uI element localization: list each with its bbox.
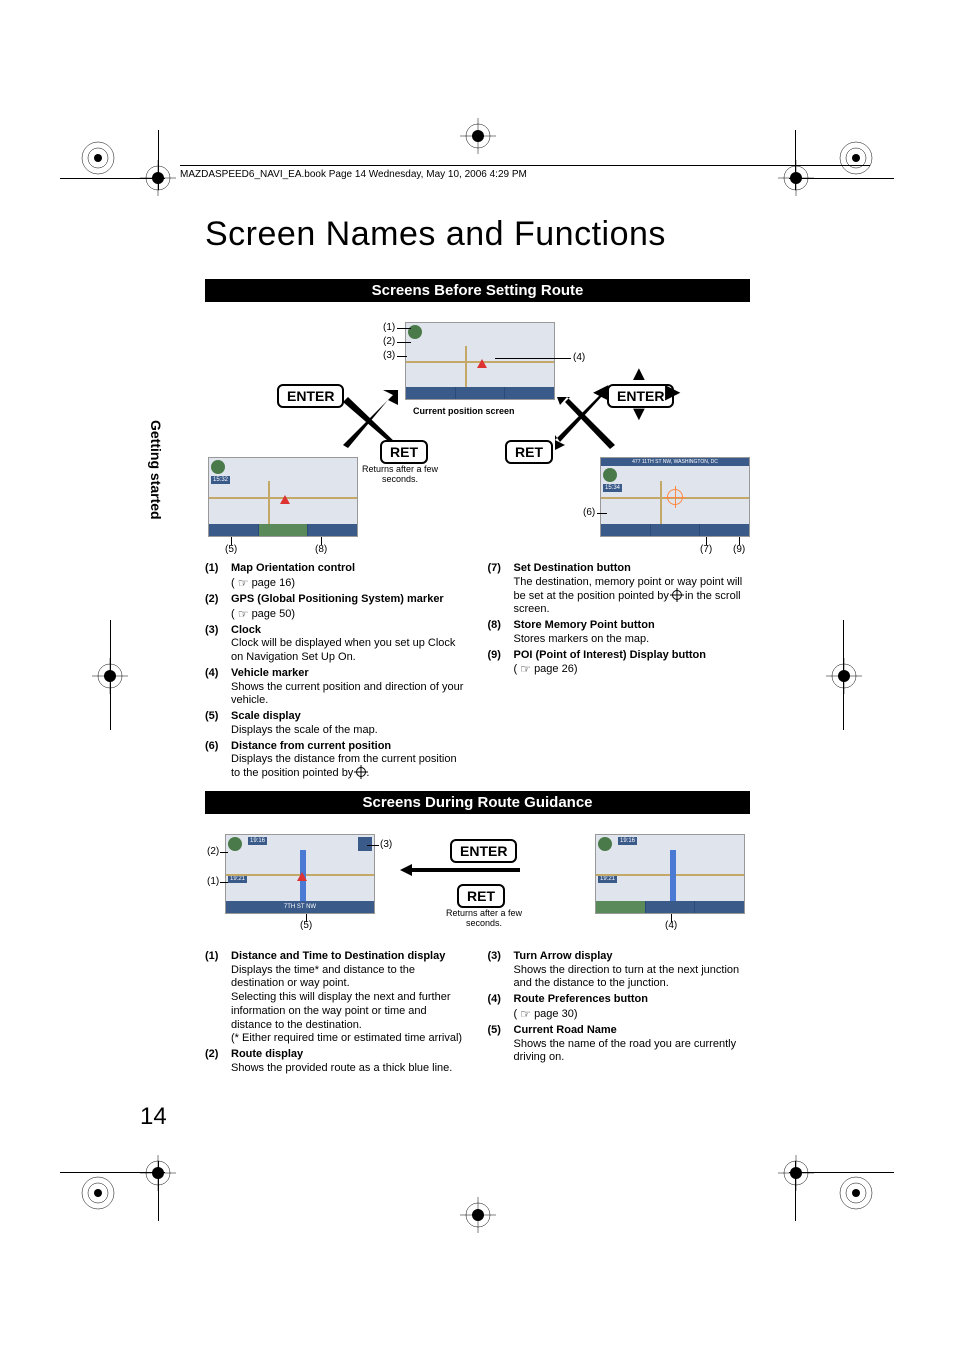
definitions-section-1: (1)Map Orientation control( ☞ page 16) (… — [205, 562, 750, 783]
crosshair-icon — [672, 590, 682, 600]
callout2-1: (1) — [207, 876, 219, 887]
callout-4: (4) — [573, 352, 585, 363]
section-heading-1: Screens Before Setting Route — [205, 279, 750, 302]
page-title: Screen Names and Functions — [205, 215, 750, 254]
crosshair-icon — [356, 767, 366, 777]
arrow-down-icon: ▼ — [629, 404, 649, 424]
returns-text-2: Returns after a few seconds. — [439, 908, 529, 928]
crop-line — [795, 130, 796, 190]
callout-6: (6) — [583, 507, 595, 518]
page-number: 14 — [140, 1103, 167, 1131]
crop-line — [795, 1161, 796, 1221]
screen-route-menu: 19:16 19:21 — [595, 834, 745, 914]
callout-7: (7) — [700, 544, 712, 555]
registration-mark-icon — [80, 1175, 116, 1211]
callout-9: (9) — [733, 544, 745, 555]
screen-menu: 15:32 — [208, 457, 358, 537]
registration-mark-icon — [838, 1175, 874, 1211]
ret-button-right: RET — [505, 440, 553, 464]
enter-button-left: ENTER — [277, 384, 344, 408]
diagram-before-route: Current position screen (1) (2) (3) (4) … — [205, 312, 750, 562]
crop-line — [158, 1161, 159, 1221]
registration-cross-icon — [460, 1197, 496, 1233]
screen-current-position — [405, 322, 555, 400]
registration-cross-icon — [460, 118, 496, 154]
callout-5: (5) — [225, 544, 237, 555]
callout2-3: (3) — [380, 839, 392, 850]
registration-cross-icon — [778, 1155, 814, 1191]
definitions-section-2: (1)Distance and Time to Destination disp… — [205, 950, 750, 1078]
screen-route-guidance: 19:16 19:21 7TH ST NW — [225, 834, 375, 914]
crop-line — [60, 1172, 165, 1173]
enter-button-2: ENTER — [450, 839, 517, 863]
crop-line — [158, 130, 159, 190]
ret-button-2: RET — [457, 884, 505, 908]
callout-1: (1) — [383, 322, 395, 333]
registration-cross-icon — [826, 658, 862, 694]
callout-3: (3) — [383, 350, 395, 361]
screen-scroll: 477 11TH ST NW, WASHINGTON, DC 15:34 — [600, 457, 750, 537]
page: MAZDASPEED6_NAVI_EA.book Page 14 Wednesd… — [0, 0, 954, 1351]
current-position-label: Current position screen — [413, 406, 515, 416]
registration-mark-icon — [80, 140, 116, 176]
crop-line — [110, 620, 111, 730]
callout-8: (8) — [315, 544, 327, 555]
crop-line — [789, 1172, 894, 1173]
crop-line — [60, 178, 165, 179]
returns-text-1: Returns after a few seconds. — [355, 464, 445, 484]
diagram-during-route: 19:16 19:21 7TH ST NW (1) (2) (3) (5) EN… — [205, 824, 750, 944]
content-area: Screen Names and Functions Screens Befor… — [205, 215, 750, 1078]
arrow-up-icon: ▲ — [629, 364, 649, 384]
defs-left-col: (1)Map Orientation control( ☞ page 16) (… — [205, 562, 468, 783]
callout-2: (2) — [383, 336, 395, 347]
ret-button-left: RET — [380, 440, 428, 464]
arrow-right-icon: ▶ — [665, 382, 680, 402]
callout2-2: (2) — [207, 846, 219, 857]
defs-right-col: (7)Set Destination buttonThe destination… — [488, 562, 751, 783]
section-tab-label: Getting started — [148, 420, 164, 520]
section-heading-2: Screens During Route Guidance — [205, 791, 750, 814]
pdf-header: MAZDASPEED6_NAVI_EA.book Page 14 Wednesd… — [180, 165, 870, 180]
crop-line — [843, 620, 844, 730]
